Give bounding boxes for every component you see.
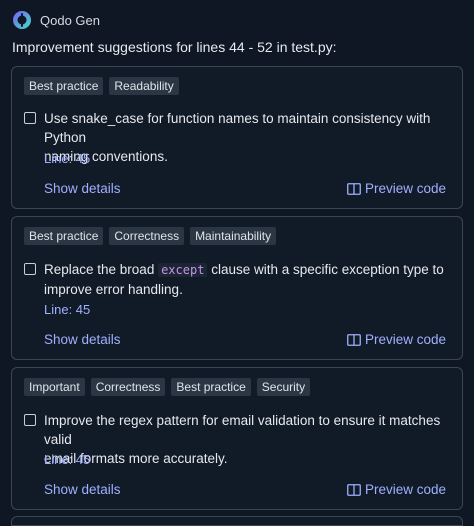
- preview-code-button[interactable]: Preview code: [347, 332, 446, 347]
- suggestion-text: Improve the regex pattern for email vali…: [44, 411, 452, 468]
- show-details-link[interactable]: Show details: [44, 482, 121, 497]
- suggestion-text-line: Replace the broad except clause with a s…: [44, 260, 452, 280]
- suggestion-checkbox[interactable]: [24, 112, 36, 124]
- suggestion-checkbox[interactable]: [24, 414, 36, 426]
- book-icon: [347, 182, 361, 195]
- book-icon: [347, 483, 361, 496]
- show-details-link[interactable]: Show details: [44, 332, 121, 347]
- line-number[interactable]: Line: 45: [44, 151, 90, 166]
- tag: Correctness: [109, 227, 185, 245]
- suggestion-text-line: email formats more accurately.: [44, 451, 228, 466]
- preview-code-button[interactable]: Preview code: [347, 181, 446, 196]
- tag: Correctness: [90, 378, 166, 396]
- text-segment: Replace the broad: [44, 262, 159, 277]
- suggestion-text: Replace the broad except clause with a s…: [44, 260, 452, 299]
- tag: Important: [24, 378, 85, 396]
- suggestion-text: Use snake_case for function names to mai…: [44, 109, 452, 166]
- tag: Security: [256, 378, 311, 396]
- book-icon: [347, 333, 361, 346]
- tag: Best practice: [24, 227, 104, 245]
- suggestion-text-line: Use snake_case for function names to mai…: [44, 111, 431, 145]
- text-segment: clause with a specific exception type to: [207, 262, 444, 277]
- qodo-logo-icon: [13, 11, 31, 29]
- tag: Best practice: [171, 378, 251, 396]
- suggestion-card-partial: [11, 516, 463, 526]
- tag-list: Best practice Correctness Maintainabilit…: [24, 227, 277, 245]
- suggestion-card: Important Correctness Best practice Secu…: [11, 367, 463, 510]
- tag: Readability: [109, 77, 179, 95]
- tag-list: Best practice Readability: [24, 77, 179, 95]
- page-subtitle: Improvement suggestions for lines 44 - 5…: [12, 39, 337, 55]
- preview-code-label: Preview code: [364, 181, 446, 196]
- preview-code-button[interactable]: Preview code: [347, 482, 446, 497]
- suggestion-card: Best practice Readability Use snake_case…: [11, 66, 463, 209]
- suggestion-text-line: improve error handling.: [44, 282, 183, 297]
- tag: Maintainability: [190, 227, 277, 245]
- inline-code: except: [158, 263, 208, 277]
- header: Qodo Gen: [12, 9, 100, 31]
- preview-code-label: Preview code: [364, 482, 446, 497]
- app-name: Qodo Gen: [40, 12, 100, 28]
- line-number[interactable]: Line: 45: [44, 302, 90, 317]
- show-details-link[interactable]: Show details: [44, 181, 121, 196]
- suggestion-checkbox[interactable]: [24, 263, 36, 275]
- tag-list: Important Correctness Best practice Secu…: [24, 378, 311, 396]
- suggestion-text-line: Improve the regex pattern for email vali…: [44, 413, 441, 447]
- tag: Best practice: [24, 77, 104, 95]
- suggestion-card: Best practice Correctness Maintainabilit…: [11, 216, 463, 360]
- suggestion-text-line: naming conventions.: [44, 149, 168, 164]
- line-number[interactable]: Line: 45: [44, 452, 90, 467]
- preview-code-label: Preview code: [364, 332, 446, 347]
